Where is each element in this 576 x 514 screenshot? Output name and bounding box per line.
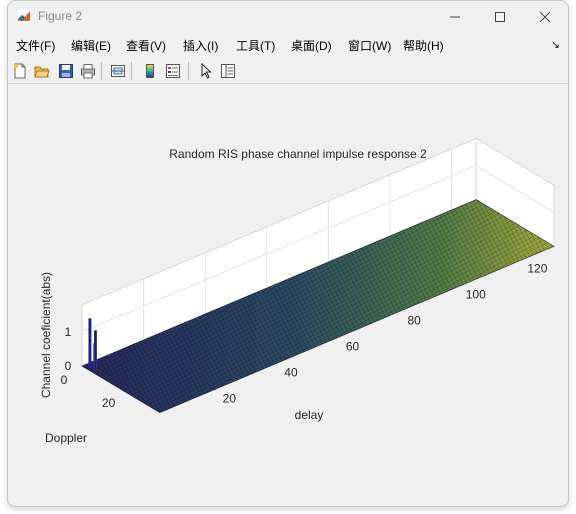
new-figure-button[interactable] bbox=[10, 61, 30, 81]
x-tick-label: 60 bbox=[346, 340, 360, 354]
y-axis-label: Doppler bbox=[45, 431, 87, 445]
figure-canvas: 20 40 60 80 100 120 20 0 0 1 Random RIS phase cha… bbox=[8, 85, 568, 507]
new-figure-icon bbox=[14, 63, 26, 79]
y-tick-label: 0 bbox=[61, 373, 68, 387]
print-button[interactable] bbox=[78, 61, 98, 81]
insert-legend-icon bbox=[166, 64, 180, 78]
menu-view[interactable]: 查看(V) bbox=[126, 37, 166, 54]
minimize-button[interactable] bbox=[432, 1, 478, 32]
dock-arrow-icon[interactable]: ↘ bbox=[551, 38, 560, 51]
edit-plot-button[interactable] bbox=[196, 61, 216, 81]
maximize-icon bbox=[495, 11, 505, 22]
toolbar-separator bbox=[101, 62, 102, 80]
z-tick-label: 0 bbox=[65, 359, 72, 373]
menu-file[interactable]: 文件(F) bbox=[16, 37, 55, 54]
menu-bar: 文件(F) 编辑(E) 查看(V) 插入(I) 工具(T) 桌面(D) 窗口(W… bbox=[8, 32, 568, 58]
link-plot-button[interactable] bbox=[108, 61, 128, 81]
menu-insert[interactable]: 插入(I) bbox=[183, 37, 218, 54]
property-inspector-icon bbox=[221, 64, 235, 78]
toolbar-separator bbox=[131, 62, 132, 80]
property-inspector-button[interactable] bbox=[218, 61, 238, 81]
x-axis-label: delay bbox=[295, 408, 324, 422]
insert-legend-button[interactable] bbox=[163, 61, 183, 81]
x-tick-label: 80 bbox=[407, 314, 421, 328]
matlab-icon bbox=[17, 9, 31, 23]
figure-toolbar bbox=[8, 58, 568, 84]
z-axis-label: Channel coeficient(abs) bbox=[39, 272, 53, 398]
menu-window[interactable]: 窗口(W) bbox=[348, 37, 391, 54]
figure-window: Figure 2 文件(F) 编辑(E) 查看(V) 插入(I) 工具(T) 桌… bbox=[7, 0, 569, 507]
surface-plot[interactable]: 20 40 60 80 100 120 20 00 1 Random RIS phase cha… bbox=[8, 85, 568, 507]
toolbar-separator bbox=[188, 62, 189, 80]
chart-title: Random RIS phase channel impulse respons… bbox=[169, 147, 427, 161]
print-icon bbox=[81, 64, 95, 79]
close-button[interactable] bbox=[522, 1, 568, 32]
y-tick-label: 20 bbox=[102, 396, 116, 410]
x-tick-label: 20 bbox=[223, 392, 237, 406]
edit-plot-pointer-icon bbox=[201, 63, 212, 79]
window-title: Figure 2 bbox=[38, 9, 83, 23]
minimize-icon bbox=[450, 16, 460, 17]
x-tick-label: 100 bbox=[466, 288, 486, 302]
x-tick-label: 120 bbox=[527, 262, 547, 276]
close-icon bbox=[539, 11, 551, 22]
title-bar: Figure 2 bbox=[8, 1, 568, 32]
save-button[interactable] bbox=[56, 61, 76, 81]
save-icon bbox=[59, 64, 73, 78]
open-file-button[interactable] bbox=[32, 61, 52, 81]
open-file-icon bbox=[34, 66, 50, 78]
menu-desktop[interactable]: 桌面(D) bbox=[291, 37, 332, 54]
link-plot-icon bbox=[111, 65, 125, 77]
insert-colorbar-icon bbox=[146, 64, 154, 78]
menu-help[interactable]: 帮助(H) bbox=[403, 37, 444, 54]
menu-edit[interactable]: 编辑(E) bbox=[71, 37, 111, 54]
menu-tools[interactable]: 工具(T) bbox=[236, 37, 275, 54]
z-tick-label: 1 bbox=[65, 325, 72, 339]
maximize-button[interactable] bbox=[477, 1, 523, 32]
x-tick-label: 40 bbox=[284, 366, 298, 380]
insert-colorbar-button[interactable] bbox=[140, 61, 160, 81]
